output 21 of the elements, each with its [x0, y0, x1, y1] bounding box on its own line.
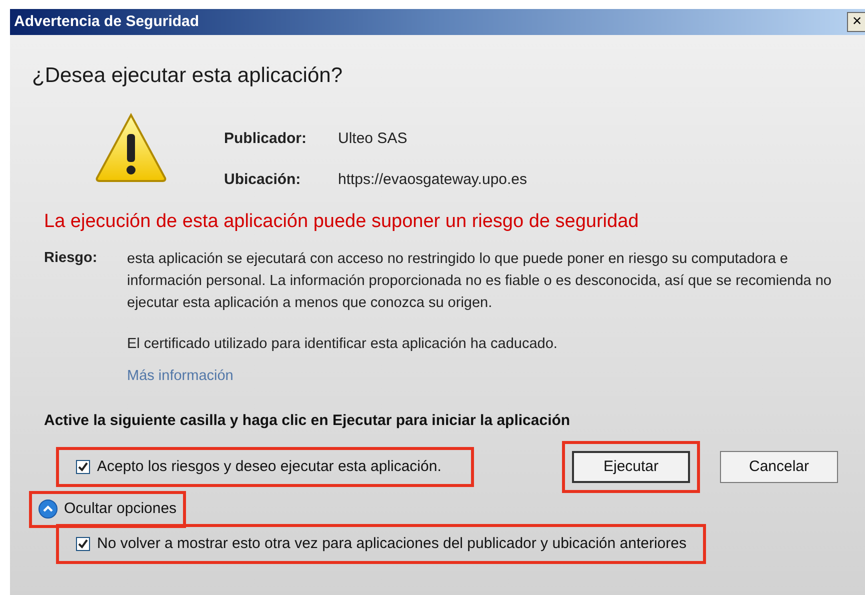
detail-label: Publicador: — [224, 128, 308, 148]
certificate-notice: El certificado utilizado para identificar esta aplicación ha caducado. — [127, 335, 558, 354]
risk-description: esta aplicación se ejecutará con acceso no restringido lo que puede poner en riesgo su computadora e información personal. La información proporcionada no es fiable o es desconocida, así que se recomienda no ejecutar esta aplicación a menos que conozca su origen. — [127, 250, 832, 313]
detail-value: Ulteo SAS — [338, 128, 408, 148]
checkbox-label[interactable]: Acepto los riesgos y deseo ejecutar esta aplicación. — [97, 456, 442, 478]
warning-icon — [94, 112, 168, 184]
checkbox-label[interactable]: No volver a mostrar esto otra vez para aplicaciones del publicador y ubicación anteriores — [97, 532, 686, 555]
dialog-button[interactable]: Cancelar — [720, 451, 838, 483]
options-toggle[interactable]: Ocultar opciones — [38, 498, 177, 520]
detail-label: Ubicación: — [224, 170, 302, 190]
instruction-text: Active la siguiente casilla y haga clic en Ejecutar para iniciar la aplicación — [44, 410, 572, 430]
warning-heading: La ejecución de esta aplicación puede suponer un riesgo de seguridad — [44, 210, 640, 234]
dialog-button[interactable]: Ejecutar — [572, 451, 690, 483]
chevron-icon — [38, 499, 58, 520]
checkbox[interactable] — [76, 460, 90, 474]
dialog-heading: ¿Desea ejecutar esta aplicación? — [32, 63, 344, 89]
checkbox[interactable] — [76, 536, 90, 551]
close-button[interactable]: × — [847, 12, 865, 32]
risk-label: Riesgo: — [44, 249, 98, 268]
window-title: Advertencia de Seguridad — [14, 12, 200, 32]
detail-value: https://evaosgateway.upo.es — [338, 170, 528, 190]
